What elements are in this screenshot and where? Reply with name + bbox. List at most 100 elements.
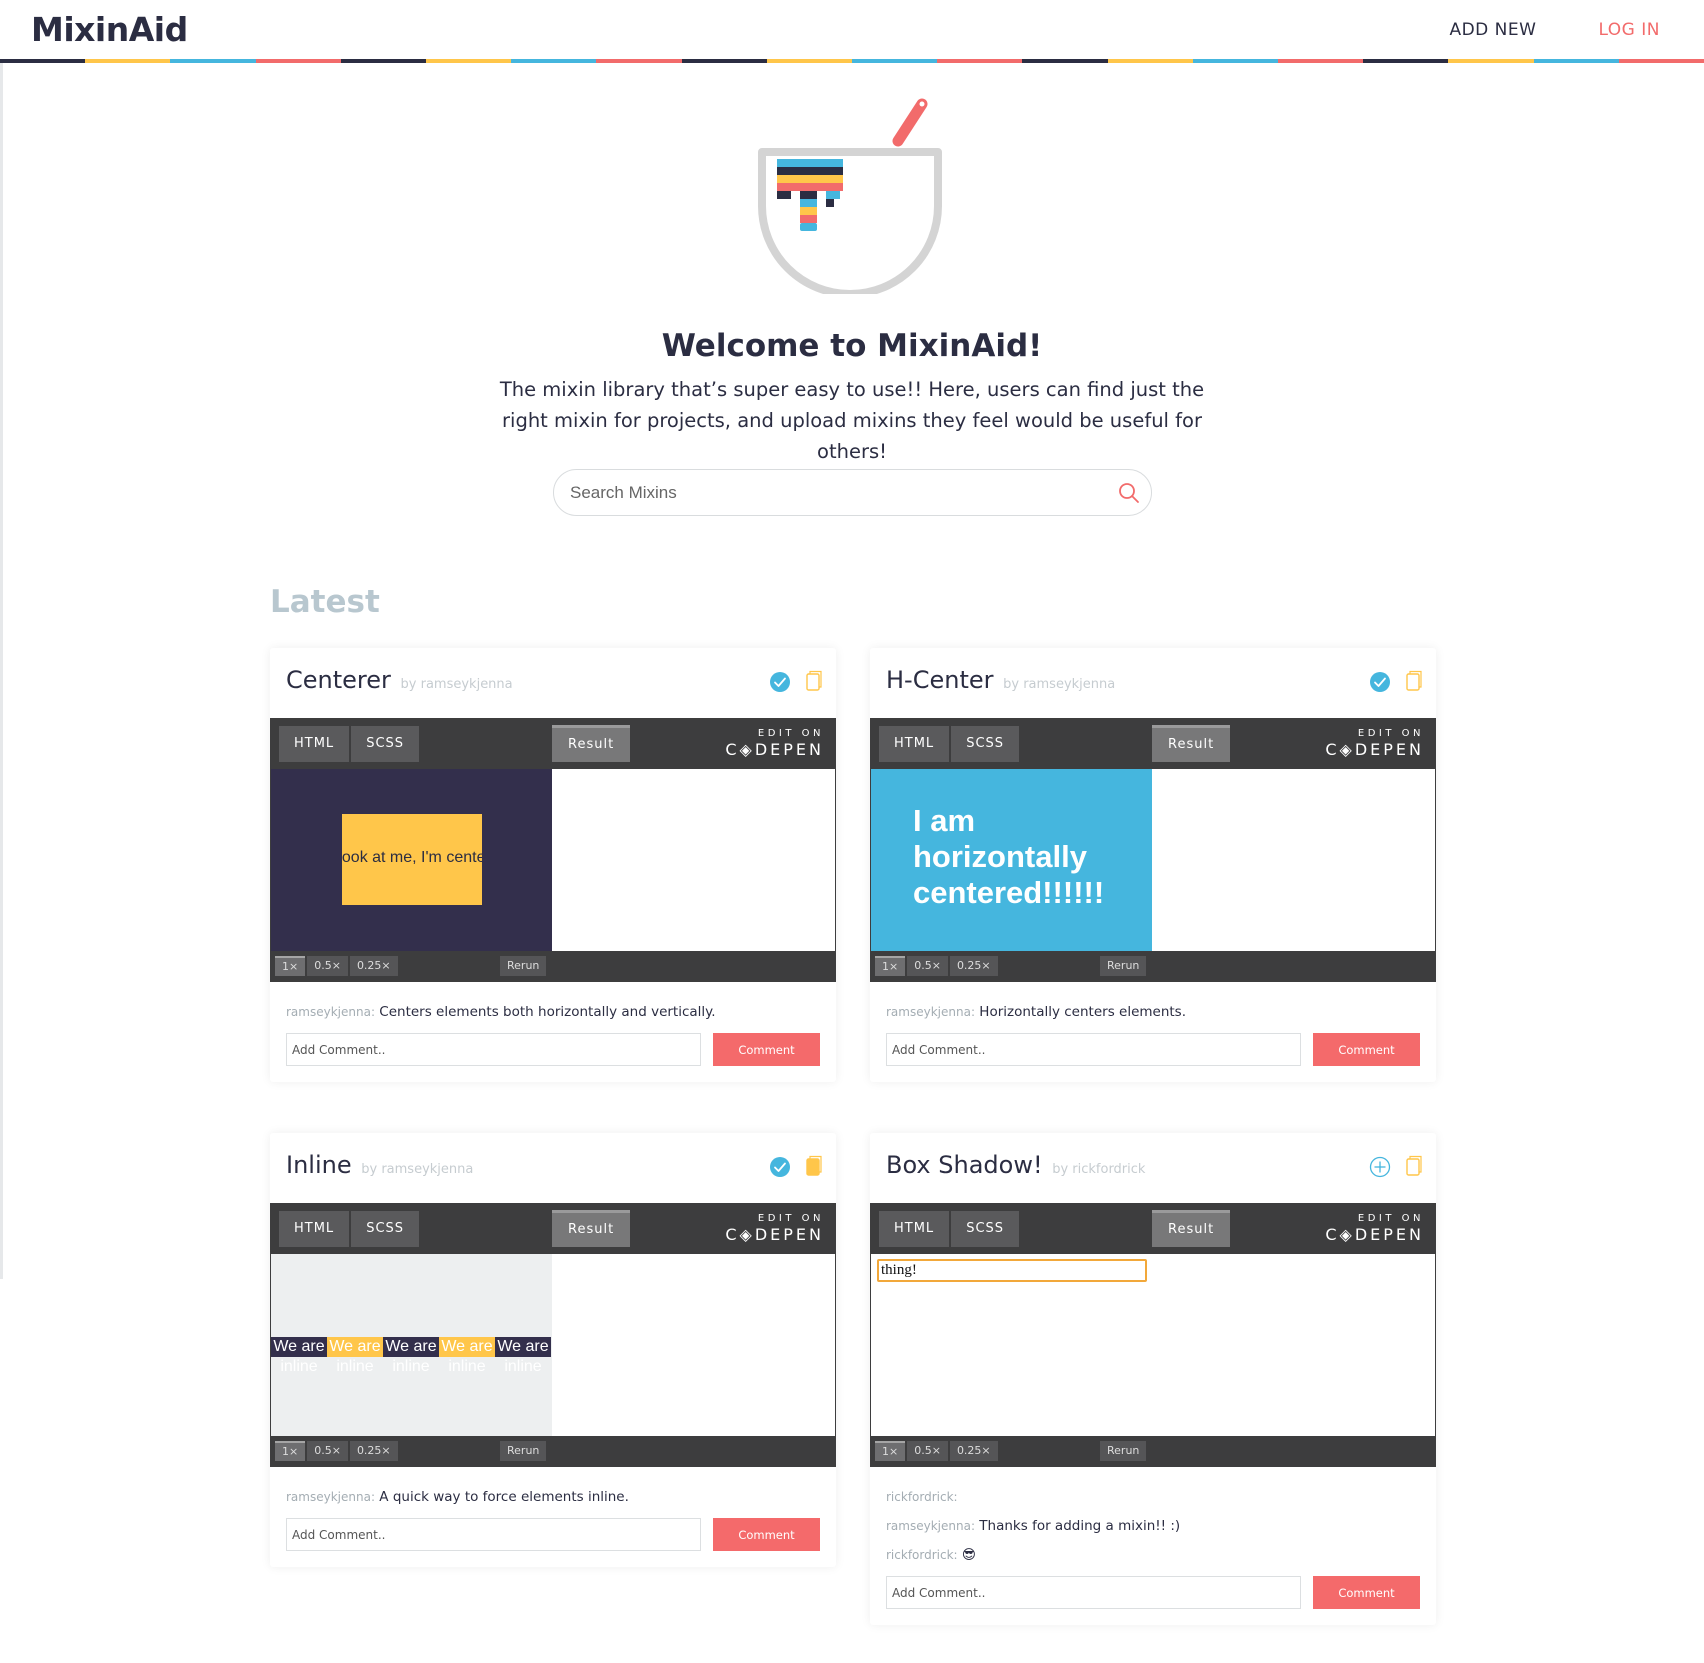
zoom-0.25x-button[interactable]: 0.25× — [349, 956, 398, 976]
zoom-0.5x-button[interactable]: 0.5× — [907, 1441, 948, 1461]
zoom-0.25x-button[interactable]: 0.25× — [949, 1441, 998, 1461]
card-title[interactable]: H-Center by ramseykjenna — [886, 666, 1115, 694]
copy-clipboard-icon[interactable] — [1406, 1155, 1422, 1177]
comment: ramseykjenna: Horizontally centers eleme… — [886, 1004, 1420, 1020]
add-comment-input[interactable] — [286, 1518, 701, 1551]
stripe-segment — [170, 59, 256, 63]
tab-result[interactable]: Result — [552, 725, 631, 762]
inline-preview: We are inline We are inline We are inline W… — [271, 1254, 552, 1436]
add-new-link[interactable]: ADD NEW — [1449, 20, 1536, 40]
add-circle-icon[interactable] — [1369, 1156, 1391, 1178]
zoom-0.25x-button[interactable]: 0.25× — [949, 956, 998, 976]
tab-result[interactable]: Result — [552, 1210, 631, 1247]
edit-on-label: EDIT ON — [1357, 1213, 1424, 1224]
tab-html[interactable]: HTML — [279, 1211, 350, 1247]
h-center-preview-text: I am horizontally centered!!!!!! — [913, 803, 1105, 910]
rerun-button[interactable]: Rerun — [1100, 1441, 1147, 1461]
comment-button[interactable]: Comment — [1313, 1576, 1420, 1609]
tab-scss[interactable]: SCSS — [351, 1211, 420, 1247]
add-comment-input[interactable] — [286, 1033, 701, 1066]
search-icon[interactable] — [1117, 481, 1141, 505]
stripe-segment — [340, 59, 427, 63]
rerun-button[interactable]: Rerun — [500, 956, 547, 976]
edit-on-codepen-link[interactable]: EDIT ON C◈DEPEN — [1325, 727, 1424, 759]
tab-html[interactable]: HTML — [279, 726, 350, 762]
stripe-segment — [426, 59, 512, 63]
copy-clipboard-icon[interactable] — [1406, 670, 1422, 692]
tab-html[interactable]: HTML — [879, 1211, 950, 1247]
rerun-button[interactable]: Rerun — [1100, 956, 1147, 976]
mixin-card: H-Center by ramseykjenna HTML SCSS Resul… — [870, 648, 1436, 1082]
shadow-demo-field[interactable]: thing! — [877, 1259, 1147, 1282]
codepen-embed: HTML SCSS Result EDIT ON C◈DEPEN We are i… — [270, 1203, 836, 1467]
zoom-1x-button[interactable]: 1× — [275, 1441, 306, 1461]
result-preview: I am horizontally centered!!!!!! — [871, 769, 1152, 951]
copy-clipboard-icon[interactable] — [806, 670, 822, 692]
author-byline: by rickfordrick — [1052, 1162, 1146, 1177]
codepen-tabs: HTML SCSS — [279, 726, 420, 762]
author-byline: by ramseykjenna — [361, 1162, 474, 1177]
card-title[interactable]: Inline by ramseykjenna — [286, 1151, 473, 1179]
comment-user[interactable]: ramseykjenna: — [886, 1005, 975, 1019]
color-stripe-divider — [0, 59, 1704, 63]
check-circle-icon[interactable] — [769, 671, 791, 693]
tab-html[interactable]: HTML — [879, 726, 950, 762]
zoom-1x-button[interactable]: 1× — [875, 956, 906, 976]
add-comment-input[interactable] — [886, 1033, 1301, 1066]
tab-scss[interactable]: SCSS — [951, 726, 1020, 762]
mixin-card: Centerer by ramseykjenna HTML SCSS Resul… — [270, 648, 836, 1082]
search-input[interactable] — [570, 480, 1110, 506]
edit-on-label: EDIT ON — [757, 728, 824, 739]
tab-scss[interactable]: SCSS — [951, 1211, 1020, 1247]
comment-user[interactable]: rickfordrick: — [886, 1548, 958, 1562]
edit-on-codepen-link[interactable]: EDIT ON C◈DEPEN — [725, 727, 824, 759]
tab-scss[interactable]: SCSS — [351, 726, 420, 762]
zoom-controls: 1× 0.5× 0.25× — [275, 956, 398, 976]
comment-text: Thanks for adding a mixin!! :) — [979, 1518, 1181, 1534]
add-comment-input[interactable] — [886, 1576, 1301, 1609]
copy-clipboard-icon[interactable] — [806, 1155, 822, 1177]
comment-user[interactable]: ramseykjenna: — [886, 1519, 975, 1533]
comment-button[interactable]: Comment — [1313, 1033, 1420, 1066]
zoom-1x-button[interactable]: 1× — [875, 1441, 906, 1461]
rerun-button[interactable]: Rerun — [500, 1441, 547, 1461]
card-title[interactable]: Centerer by ramseykjenna — [286, 666, 513, 694]
zoom-1x-button[interactable]: 1× — [275, 956, 306, 976]
site-logo[interactable]: MixinAid — [31, 10, 188, 49]
edit-on-codepen-link[interactable]: EDIT ON C◈DEPEN — [1325, 1212, 1424, 1244]
edit-on-label: EDIT ON — [1357, 728, 1424, 739]
zoom-controls: 1× 0.5× 0.25× — [275, 1441, 398, 1461]
card-comments: ramseykjenna: Horizontally centers eleme… — [870, 982, 1436, 1082]
comment-user[interactable]: ramseykjenna: — [286, 1490, 375, 1504]
codepen-result-area: We are inline We are inline We are inline W… — [271, 1254, 835, 1436]
nav-links: ADD NEW LOG IN — [1449, 20, 1660, 40]
stripe-segment — [511, 59, 597, 63]
comment-user[interactable]: ramseykjenna: — [286, 1005, 375, 1019]
comment: rickfordrick: — [886, 1489, 1420, 1505]
codepen-tabs: HTML SCSS — [879, 1211, 1020, 1247]
top-navigation-bar: MixinAid ADD NEW LOG IN — [0, 0, 1704, 60]
codepen-result-area: thing! — [871, 1254, 1435, 1436]
h-center-preview: I am horizontally centered!!!!!! — [871, 769, 1152, 951]
check-circle-icon[interactable] — [1369, 671, 1391, 693]
zoom-0.25x-button[interactable]: 0.25× — [349, 1441, 398, 1461]
card-title[interactable]: Box Shadow! by rickfordrick — [886, 1151, 1145, 1179]
zoom-0.5x-button[interactable]: 0.5× — [307, 956, 348, 976]
comment-user[interactable]: rickfordrick: — [886, 1490, 958, 1504]
inline-box: We are inline — [327, 1337, 383, 1375]
edit-on-codepen-link[interactable]: EDIT ON C◈DEPEN — [725, 1212, 824, 1244]
tab-result[interactable]: Result — [1152, 1210, 1231, 1247]
tab-result[interactable]: Result — [1152, 725, 1231, 762]
welcome-subtitle: The mixin library that’s super easy to u… — [499, 378, 1205, 463]
log-in-link[interactable]: LOG IN — [1598, 20, 1660, 40]
welcome-heading: Welcome to MixinAid! — [661, 328, 1043, 364]
zoom-0.5x-button[interactable]: 0.5× — [307, 1441, 348, 1461]
inline-box: We are inline — [495, 1337, 551, 1375]
zoom-0.5x-button[interactable]: 0.5× — [907, 956, 948, 976]
comment-button[interactable]: Comment — [713, 1518, 820, 1551]
comment-emoji: 😎 — [961, 1547, 976, 1563]
comment-text: A quick way to force elements inline. — [379, 1489, 629, 1505]
comment-button[interactable]: Comment — [713, 1033, 820, 1066]
stripe-segment — [766, 59, 853, 63]
check-circle-icon[interactable] — [769, 1156, 791, 1178]
